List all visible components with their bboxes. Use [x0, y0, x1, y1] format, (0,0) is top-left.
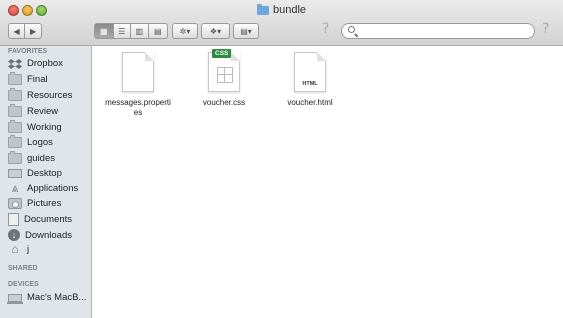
document-icon: [122, 52, 154, 92]
back-button[interactable]: ◀: [9, 24, 26, 38]
desktop-icon: [8, 169, 22, 178]
sidebar-item-label: Final: [27, 74, 48, 85]
folder-icon: [8, 104, 22, 117]
sidebar-item-logos[interactable]: Logos: [8, 135, 53, 148]
sidebar-item-working[interactable]: Working: [8, 120, 62, 133]
sidebar-item-label: Resources: [27, 90, 73, 101]
window-title: bundle: [0, 2, 563, 18]
html-badge: HTML: [302, 81, 318, 87]
folder-icon: [8, 151, 22, 164]
view-switcher: ▦ ☰ ▥ ▤: [94, 23, 168, 39]
folder-icon: [8, 120, 22, 133]
file-browser: messages.properti es CSS voucher.css HTM…: [92, 46, 563, 318]
sidebar-item-downloads[interactable]: ↓ Downloads: [8, 229, 72, 241]
icon-view-icon: ▦: [99, 26, 108, 36]
column-view-button[interactable]: ▥: [131, 24, 149, 38]
applications-icon: ⩓: [11, 181, 19, 195]
coverflow-view-icon: ▤: [153, 26, 162, 36]
sidebar-item-label: j: [27, 244, 30, 255]
nav-buttons: ◀ ▶: [8, 23, 42, 39]
gear-icon: ✲▾: [179, 26, 191, 36]
sidebar-item-label: Applications: [27, 183, 79, 194]
sidebar-item-label: Dropbox: [27, 58, 63, 69]
laptop-icon: [7, 293, 23, 304]
chevron-right-icon: ▶: [29, 26, 37, 36]
file-item-voucher-html[interactable]: HTML voucher.html: [274, 52, 346, 108]
sidebar-item-guides[interactable]: guides: [8, 151, 55, 164]
chevron-left-icon: ◀: [13, 26, 20, 36]
search-field[interactable]: [341, 23, 535, 39]
folder-icon: [8, 88, 22, 101]
folder-icon: [256, 3, 269, 15]
help-button[interactable]: ?: [322, 21, 329, 37]
sidebar-item-applications[interactable]: ⩓ Applications: [8, 181, 79, 195]
sidebar-item-desktop[interactable]: Desktop: [8, 168, 62, 179]
css-badge: CSS: [212, 49, 232, 58]
file-item-voucher-css[interactable]: CSS voucher.css: [188, 49, 260, 108]
sidebar-item-label: Working: [27, 122, 62, 133]
html-file-icon: HTML: [294, 52, 326, 92]
grid-glyph: [217, 67, 233, 83]
pictures-icon: [8, 198, 22, 209]
sidebar-item-label: Logos: [27, 137, 53, 148]
title-bar: bundle ◀ ▶ ▦ ☰ ▥ ▤ ✲▾ ❖▾ ▤▾ ? ?: [0, 0, 563, 46]
file-item-messages-properties[interactable]: messages.properti es: [102, 52, 174, 118]
forward-button[interactable]: ▶: [25, 24, 41, 38]
dropbox-menu-button[interactable]: ❖▾: [201, 23, 230, 39]
column-view-icon: ▥: [135, 26, 144, 36]
sidebar-item-home[interactable]: ⌂ j: [8, 242, 30, 256]
sidebar-item-label: Review: [27, 106, 59, 117]
window-title-text: bundle: [272, 4, 307, 16]
coverflow-view-button[interactable]: ▤: [149, 24, 167, 38]
sidebar-item-label: Mac's MacB...: [27, 292, 87, 303]
list-view-button[interactable]: ☰: [114, 24, 132, 38]
file-name: messages.properti es: [105, 98, 171, 117]
sidebar: FAVORITES Dropbox Final Resources Review…: [0, 46, 92, 318]
list-view-icon: ☰: [118, 26, 126, 36]
sidebar-item-label: Documents: [24, 214, 73, 225]
dropbox-icon: ❖▾: [209, 26, 222, 36]
icon-view-button[interactable]: ▦: [95, 24, 114, 38]
sidebar-item-label: Pictures: [27, 198, 62, 209]
sidebar-item-label: Desktop: [27, 168, 62, 179]
sidebar-item-review[interactable]: Review: [8, 104, 59, 117]
dropbox-icon: [8, 58, 22, 69]
documents-icon: [8, 213, 19, 226]
action-menu-button[interactable]: ✲▾: [172, 23, 198, 39]
sidebar-item-resources[interactable]: Resources: [8, 88, 73, 101]
sidebar-item-device-macbook[interactable]: Mac's MacB...: [7, 292, 87, 304]
sidebar-item-documents[interactable]: Documents: [8, 213, 72, 226]
folder-icon: [8, 135, 22, 148]
sidebar-item-final[interactable]: Final: [8, 72, 48, 85]
search-icon: [348, 26, 355, 33]
sidebar-item-pictures[interactable]: Pictures: [8, 198, 61, 209]
file-name: voucher.css: [202, 98, 246, 107]
folder-icon: [8, 72, 22, 85]
file-name: voucher.html: [287, 98, 333, 107]
sidebar-section-shared: SHARED: [8, 265, 38, 272]
sidebar-item-label: Downloads: [25, 229, 72, 241]
sidebar-item-label: guides: [27, 153, 55, 164]
sidebar-section-favorites: FAVORITES: [8, 48, 48, 55]
sidebar-item-dropbox[interactable]: Dropbox: [8, 58, 63, 69]
arrange-icon: ▤▾: [240, 26, 252, 36]
help-button-right[interactable]: ?: [542, 21, 549, 37]
downloads-icon: ↓: [8, 229, 20, 241]
home-icon: ⌂: [11, 242, 19, 256]
finder-window: bundle ◀ ▶ ▦ ☰ ▥ ▤ ✲▾ ❖▾ ▤▾ ? ? FAVORITE…: [0, 0, 563, 318]
sidebar-section-devices: DEVICES: [8, 281, 39, 288]
css-file-icon: CSS: [208, 49, 240, 92]
arrange-menu-button[interactable]: ▤▾: [233, 23, 259, 39]
